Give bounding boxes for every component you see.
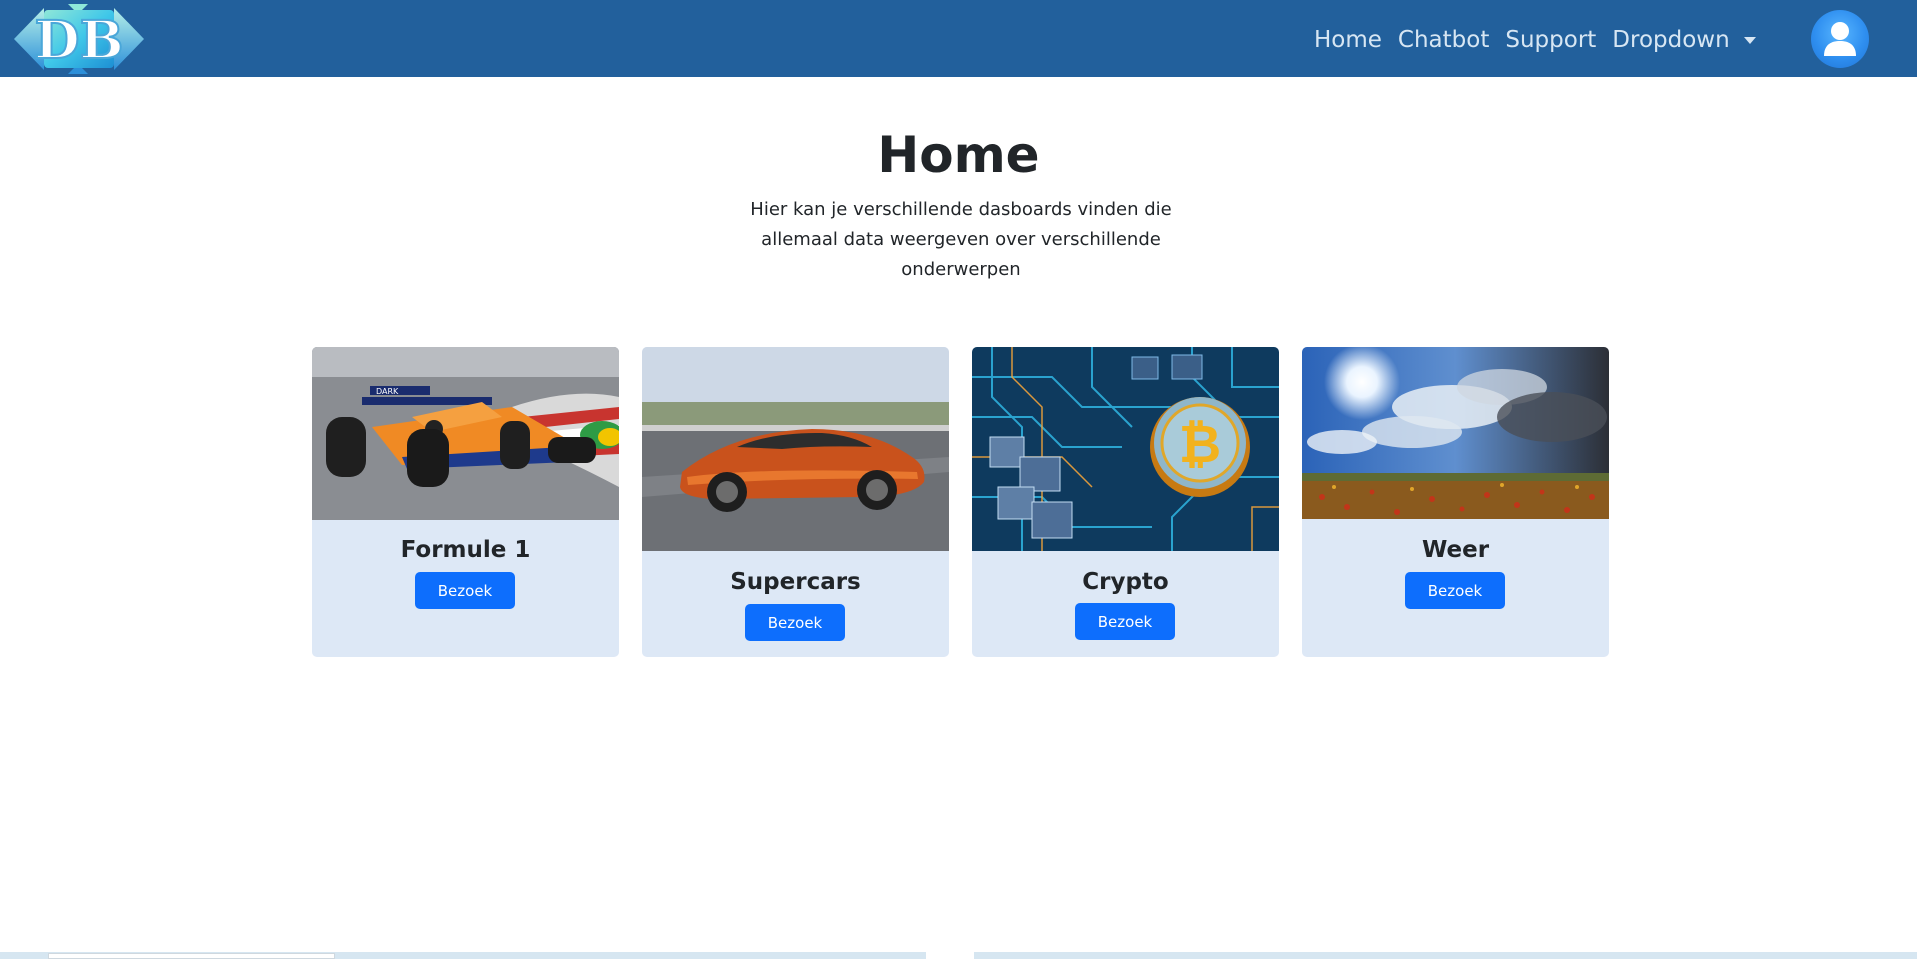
nav-dropdown[interactable]: Dropdown: [1612, 27, 1756, 53]
bottom-strip-gap: [926, 952, 974, 959]
db-logo-icon: DB: [14, 4, 144, 74]
visit-button-crypto[interactable]: Bezoek: [1075, 603, 1175, 640]
bitcoin-circuit-image: ₿: [972, 347, 1279, 551]
nav-link-chatbot[interactable]: Chatbot: [1398, 27, 1489, 53]
nav-link-support[interactable]: Support: [1505, 27, 1596, 53]
bottom-strip-segment: [48, 953, 335, 959]
nav-dropdown-label: Dropdown: [1612, 27, 1730, 53]
logo[interactable]: DB: [14, 4, 144, 74]
visit-button-supercars[interactable]: Bezoek: [745, 604, 845, 641]
card-supercars: Supercars Bezoek: [642, 347, 949, 657]
caret-down-icon: [1743, 36, 1756, 44]
card-title: Supercars: [730, 569, 861, 595]
nav-links: Home Chatbot Support Dropdown: [1314, 22, 1756, 58]
card-title: Weer: [1421, 537, 1490, 563]
svg-text:DARK: DARK: [376, 387, 399, 396]
navbar: DB Home Chatbot Support Dropdown: [0, 0, 1917, 77]
bottom-strip: [0, 952, 1917, 959]
nav-link-home[interactable]: Home: [1314, 27, 1382, 53]
page-title: Home: [877, 126, 1040, 184]
user-icon: [1824, 22, 1856, 56]
visit-button-weer[interactable]: Bezoek: [1405, 572, 1505, 609]
card-crypto: ₿ Crypto Bezoek: [972, 347, 1279, 657]
card-weer: Weer Bezoek: [1302, 347, 1609, 657]
card-title: Formule 1: [400, 537, 531, 563]
svg-text:₿: ₿: [1179, 415, 1221, 475]
logo-text: DB: [34, 10, 123, 71]
visit-button-formule-1[interactable]: Bezoek: [415, 572, 515, 609]
card-title: Crypto: [1082, 569, 1169, 595]
card-formule-1: DARK Formule 1 Bezoek: [312, 347, 619, 657]
supercar-image: [642, 347, 949, 551]
formula-one-car-image: DARK: [312, 347, 619, 520]
sky-field-image: [1302, 347, 1609, 519]
user-avatar[interactable]: [1811, 10, 1869, 68]
page-subtitle: Hier kan je verschillende dasboards vind…: [750, 199, 1172, 280]
